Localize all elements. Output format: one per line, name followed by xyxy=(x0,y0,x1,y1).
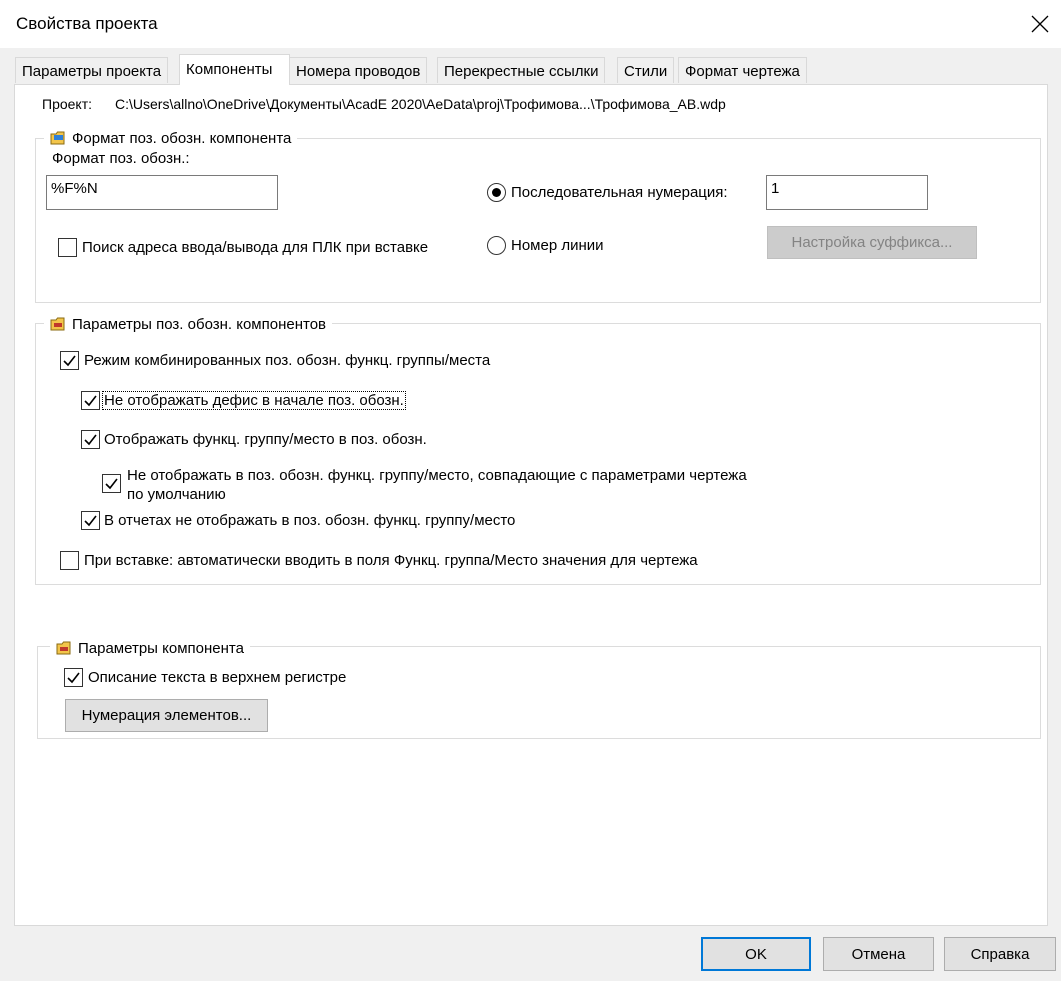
hide-matching-label-line1: Не отображать в поз. обозн. функц. групп… xyxy=(127,467,747,484)
uppercase-checkbox[interactable] xyxy=(64,668,83,687)
reports-hide-label: В отчетах не отображать в поз. обозн. фу… xyxy=(104,512,516,529)
tab-project-settings[interactable]: Параметры проекта xyxy=(15,57,169,83)
uppercase-label: Описание текста в верхнем регистре xyxy=(88,669,347,686)
tab-components[interactable]: Компоненты xyxy=(179,54,290,85)
no-dash-label: Не отображать дефис в начале поз. обозн. xyxy=(102,391,406,410)
show-group-checkbox[interactable] xyxy=(81,430,100,449)
tab-wire-numbers[interactable]: Номера проводов xyxy=(289,57,428,83)
tab-drawing-format[interactable]: Формат чертежа xyxy=(678,57,807,83)
element-numbering-button[interactable]: Нумерация элементов... xyxy=(65,699,268,732)
title-bar xyxy=(0,0,1061,48)
tab-styles[interactable]: Стили xyxy=(617,57,675,83)
component-params-legend: Параметры компонента xyxy=(50,638,250,658)
format-input[interactable]: %F%N xyxy=(46,175,278,210)
folder-icon xyxy=(50,317,65,331)
line-number-radio[interactable] xyxy=(487,236,506,255)
checkmark-icon xyxy=(105,478,118,490)
format-group-legend: Формат поз. обозн. компонента xyxy=(44,128,298,148)
format-group-title: Формат поз. обозн. компонента xyxy=(72,129,292,147)
window-title: Свойства проекта xyxy=(16,14,158,33)
line-number-label: Номер линии xyxy=(511,237,604,254)
close-button[interactable] xyxy=(1020,6,1060,42)
checkmark-icon xyxy=(84,395,97,407)
auto-insert-checkbox[interactable] xyxy=(60,551,79,570)
folder-icon xyxy=(50,131,65,145)
combined-mode-checkbox[interactable] xyxy=(60,351,79,370)
hide-matching-label-line2: по умолчанию xyxy=(127,486,226,503)
reports-hide-checkbox[interactable] xyxy=(81,511,100,530)
project-path: C:\Users\allno\OneDrive\Документы\AcadE … xyxy=(115,96,726,112)
checkmark-icon xyxy=(63,355,76,367)
sequential-label: Последовательная нумерация: xyxy=(511,184,728,201)
plc-search-checkbox[interactable] xyxy=(58,238,77,257)
checkmark-icon xyxy=(84,434,97,446)
sequential-start-input[interactable]: 1 xyxy=(766,175,928,210)
tag-params-title: Параметры поз. обозн. компонентов xyxy=(72,315,327,333)
component-params-title: Параметры компонента xyxy=(78,639,244,657)
project-label: Проект: xyxy=(42,96,93,112)
sequential-radio[interactable] xyxy=(487,183,506,202)
close-icon xyxy=(1031,15,1049,33)
checkmark-icon xyxy=(67,672,80,684)
plc-search-label: Поиск адреса ввода/вывода для ПЛК при вс… xyxy=(82,239,429,256)
checkmark-icon xyxy=(84,515,97,527)
tag-params-legend: Параметры поз. обозн. компонентов xyxy=(44,314,333,334)
auto-insert-label: При вставке: автоматически вводить в пол… xyxy=(84,552,698,569)
format-label: Формат поз. обозн.: xyxy=(52,150,190,167)
no-dash-checkbox[interactable] xyxy=(81,391,100,410)
show-group-label: Отображать функц. группу/место в поз. об… xyxy=(104,431,427,448)
hide-matching-checkbox[interactable] xyxy=(102,474,121,493)
folder-icon xyxy=(56,641,71,655)
tab-cross-references[interactable]: Перекрестные ссылки xyxy=(437,57,606,83)
combined-mode-label: Режим комбинированных поз. обозн. функц.… xyxy=(84,352,491,369)
radio-dot-icon xyxy=(492,188,501,197)
help-button[interactable]: Справка xyxy=(944,937,1056,971)
cancel-button[interactable]: Отмена xyxy=(823,937,934,971)
ok-button[interactable]: OK xyxy=(701,937,811,971)
suffix-setup-button[interactable]: Настройка суффикса... xyxy=(767,226,977,259)
